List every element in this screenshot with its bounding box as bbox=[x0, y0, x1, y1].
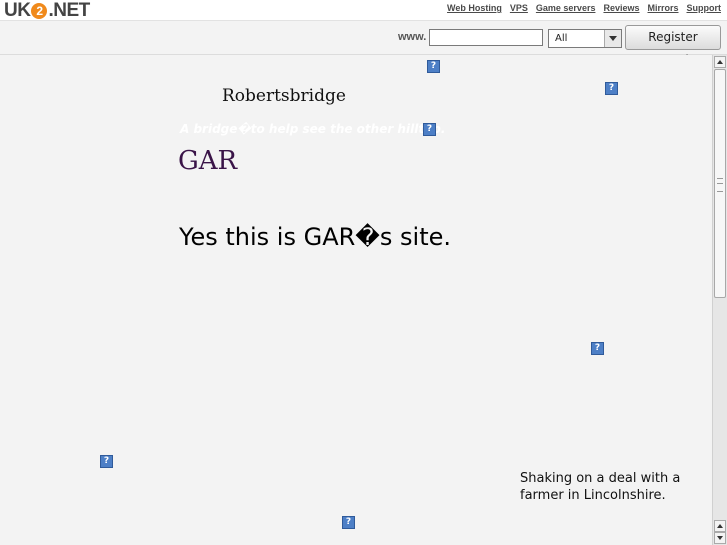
gar-logo-text: GAR bbox=[178, 146, 238, 176]
link-reviews[interactable]: Reviews bbox=[603, 3, 639, 13]
uk2-logo[interactable]: UK 2 .NET bbox=[4, 0, 90, 22]
broken-image-icon: ? bbox=[427, 60, 440, 73]
scroll-down-button[interactable] bbox=[714, 532, 726, 544]
tld-selected-value: All bbox=[555, 33, 568, 44]
logo-suffix: .NET bbox=[48, 0, 90, 21]
register-domain-button[interactable]: Register Domain bbox=[625, 25, 721, 67]
vertical-scrollbar[interactable] bbox=[712, 55, 727, 545]
scroll-up-button[interactable] bbox=[714, 56, 726, 68]
www-label: www. bbox=[398, 31, 427, 43]
tagline: A bridge�to help see the other hilltop. bbox=[180, 122, 446, 136]
link-support[interactable]: Support bbox=[687, 3, 722, 13]
tld-select[interactable]: All bbox=[548, 29, 622, 48]
domain-search-bar: www. All Register Domain bbox=[0, 21, 727, 67]
logo-prefix: UK bbox=[4, 0, 31, 21]
broken-image-icon: ? bbox=[342, 516, 355, 529]
scroll-thumb[interactable] bbox=[714, 69, 726, 298]
chevron-down-icon[interactable] bbox=[604, 30, 621, 47]
link-game-servers[interactable]: Game servers bbox=[536, 3, 596, 13]
site-title: Robertsbridge bbox=[222, 86, 346, 106]
page-content: ? ? Robertsbridge A bridge�to help see t… bbox=[0, 55, 712, 545]
logo-two-badge: 2 bbox=[31, 3, 48, 19]
broken-image-icon: ? bbox=[423, 123, 436, 136]
broken-image-icon: ? bbox=[591, 342, 604, 355]
link-mirrors[interactable]: Mirrors bbox=[647, 3, 678, 13]
top-nav: Web Hosting VPS Game servers Reviews Mir… bbox=[447, 3, 721, 13]
broken-image-icon: ? bbox=[605, 82, 618, 95]
scroll-up-small-button[interactable] bbox=[714, 520, 726, 532]
grip-icon bbox=[717, 178, 723, 192]
broken-image-icon: ? bbox=[100, 455, 113, 468]
domain-input[interactable] bbox=[429, 29, 543, 46]
link-web-hosting[interactable]: Web Hosting bbox=[447, 3, 502, 13]
top-bar: UK 2 .NET Web Hosting VPS Game servers Rev… bbox=[0, 0, 727, 21]
link-vps[interactable]: VPS bbox=[510, 3, 528, 13]
photo-caption: Shaking on a deal with a farmer in Linco… bbox=[520, 471, 681, 503]
page-headline: Yes this is GAR�s site. bbox=[179, 223, 452, 251]
